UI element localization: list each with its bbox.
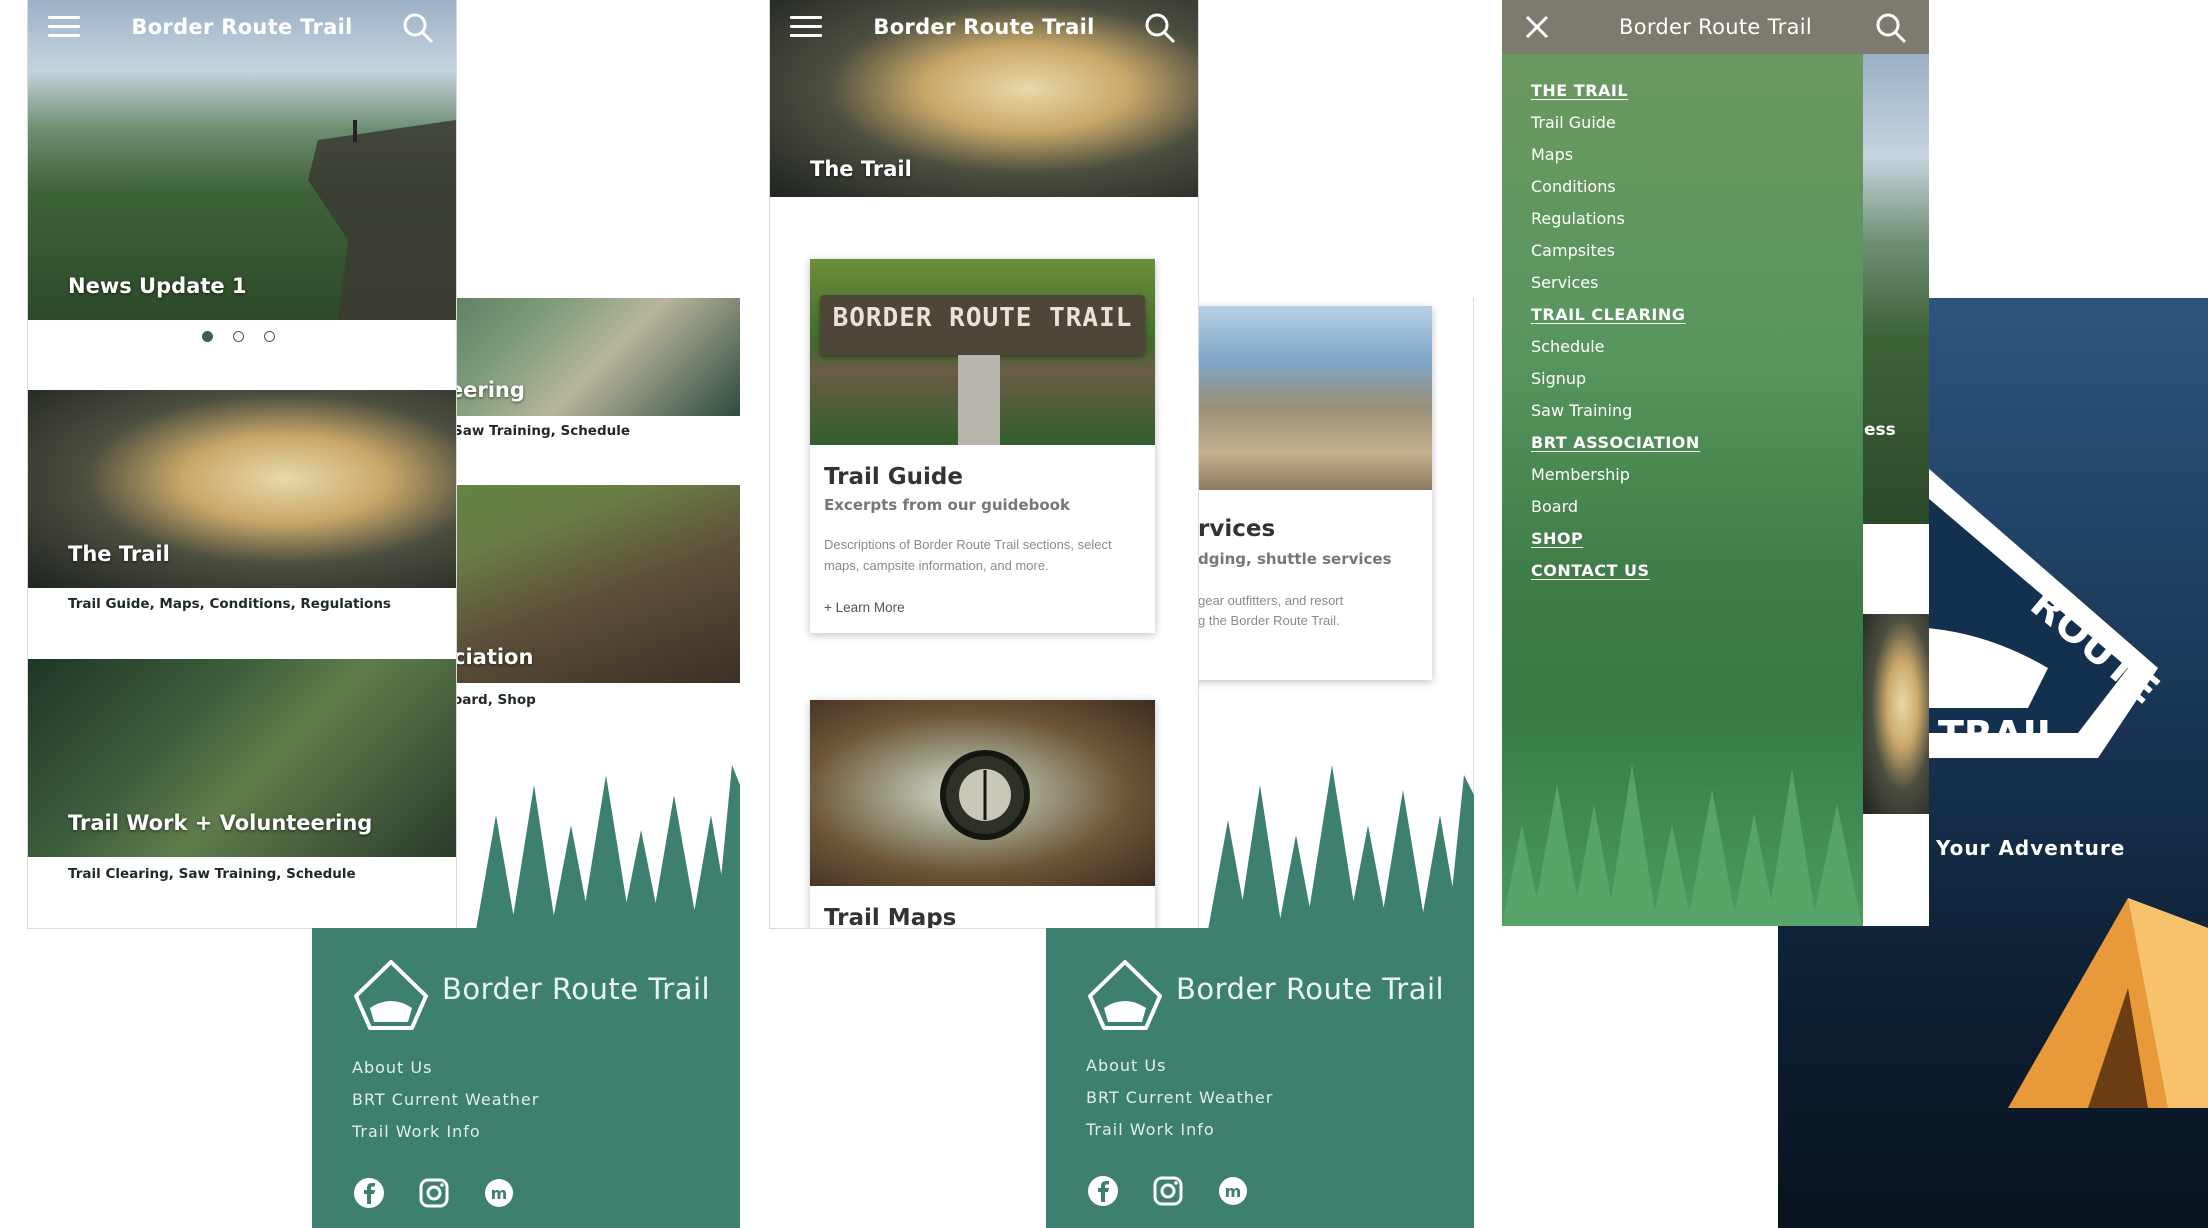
menu-icon[interactable] xyxy=(790,16,822,38)
menu-item-maps[interactable]: Maps xyxy=(1531,145,1573,164)
hero-caption: News Update 1 xyxy=(68,274,247,298)
menu-item-campsites[interactable]: Campsites xyxy=(1531,241,1615,260)
brt-logo-icon[interactable] xyxy=(350,958,432,1034)
trail-work-subtitle: Trail Clearing, Saw Training, Schedule xyxy=(68,866,356,882)
menu-section-trail-clearing[interactable]: TRAIL CLEARING xyxy=(1531,305,1685,324)
trail-maps-card[interactable]: Trail Maps xyxy=(810,700,1155,928)
menu-item-trail-guide[interactable]: Trail Guide xyxy=(1531,113,1616,132)
cliff-graphic xyxy=(308,120,456,320)
carousel-dot-2[interactable] xyxy=(233,331,244,342)
header-title: Border Route Trail xyxy=(131,15,353,39)
menu-item-conditions[interactable]: Conditions xyxy=(1531,177,1616,196)
search-icon[interactable] xyxy=(1142,10,1178,46)
trail-guide-description: Descriptions of Border Route Trail secti… xyxy=(824,537,1112,573)
services-desc-1: gear outfitters, and resort xyxy=(1198,593,1344,608)
footer-link-trailwork[interactable]: Trail Work Info xyxy=(1086,1120,1215,1139)
nav-drawer: THE TRAIL Trail Guide Maps Conditions Re… xyxy=(1502,54,1863,926)
menu-item-board[interactable]: Board xyxy=(1531,497,1578,516)
menu-header: Border Route Trail xyxy=(1502,0,1929,54)
compass-graphic xyxy=(940,750,1030,840)
brt-logo-icon[interactable] xyxy=(1084,958,1166,1034)
facebook-icon[interactable] xyxy=(352,1176,386,1210)
trail-sign-photo: BORDER ROUTE TRAIL xyxy=(810,259,1155,445)
header-title: Border Route Trail xyxy=(873,15,1095,39)
close-icon[interactable] xyxy=(1524,14,1550,40)
meetup-icon[interactable]: m xyxy=(1216,1174,1250,1208)
trail-guide-card[interactable]: BORDER ROUTE TRAIL Trail Guide Excerpts … xyxy=(810,259,1155,633)
services-title: rvices xyxy=(1198,516,1276,542)
footer-brand[interactable]: Border Route Trail xyxy=(442,972,710,1006)
footer-link-trailwork[interactable]: Trail Work Info xyxy=(352,1122,481,1141)
the-trail-subtitle: Trail Guide, Maps, Conditions, Regulatio… xyxy=(68,596,391,612)
trail-maps-title: Trail Maps xyxy=(824,905,957,928)
menu-bg-white-2 xyxy=(1863,814,1929,926)
menu-section-shop[interactable]: SHOP xyxy=(1531,529,1583,548)
menu-section-contact-us[interactable]: CONTACT US xyxy=(1531,561,1650,580)
facebook-icon[interactable] xyxy=(1086,1174,1120,1208)
screen-home: News Update 1 Border Route Trail The Tra… xyxy=(28,0,456,928)
trail-sign-board: BORDER ROUTE TRAIL xyxy=(820,295,1145,355)
menu-item-regulations[interactable]: Regulations xyxy=(1531,209,1625,228)
menu-item-schedule[interactable]: Schedule xyxy=(1531,337,1605,356)
menu-item-membership[interactable]: Membership xyxy=(1531,465,1630,484)
learn-more-link[interactable]: + Learn More xyxy=(824,600,905,615)
trees-illustration-middle xyxy=(1208,765,1474,930)
menu-item-signup[interactable]: Signup xyxy=(1531,369,1586,388)
splash-tagline: Your Adventure xyxy=(1936,836,2126,860)
trail-guide-title: Trail Guide xyxy=(824,464,963,490)
menu-item-saw-training[interactable]: Saw Training xyxy=(1531,401,1632,420)
footer-link-about[interactable]: About Us xyxy=(352,1058,432,1077)
trees-illustration-left xyxy=(476,765,740,930)
footer-left: Border Route Trail About Us BRT Current … xyxy=(312,928,740,1228)
instagram-icon[interactable] xyxy=(417,1176,451,1210)
association-caption: ciation xyxy=(453,645,534,669)
volunteer-subtitle: Saw Training, Schedule xyxy=(453,423,631,439)
menu-section-brt-association[interactable]: BRT ASSOCIATION xyxy=(1531,433,1700,452)
menu-section-the-trail[interactable]: THE TRAIL xyxy=(1531,81,1628,100)
header: Border Route Trail xyxy=(28,0,456,54)
association-subtitle: oard, Shop xyxy=(453,692,536,708)
carousel-dot-3[interactable] xyxy=(264,331,275,342)
footer-link-weather[interactable]: BRT Current Weather xyxy=(352,1090,539,1109)
footer-middle: Border Route Trail About Us BRT Current … xyxy=(1046,928,1474,1228)
search-icon[interactable] xyxy=(400,10,436,46)
compass-photo xyxy=(810,700,1155,886)
the-trail-caption: The Trail xyxy=(68,542,170,566)
services-photo xyxy=(1198,306,1432,490)
the-trail-photo[interactable]: The Trail xyxy=(28,390,456,588)
menu-bg-photo-2 xyxy=(1863,614,1929,814)
menu-bg-white xyxy=(1863,524,1929,614)
drawer-trees-illustration xyxy=(1502,764,1862,926)
services-subtitle: dging, shuttle services xyxy=(1198,550,1392,568)
services-card[interactable]: rvices dging, shuttle services gear outf… xyxy=(1198,306,1432,680)
meetup-icon[interactable]: m xyxy=(482,1176,516,1210)
trail-work-caption: Trail Work + Volunteering xyxy=(68,811,373,835)
carousel-dot-1[interactable] xyxy=(202,331,213,342)
trail-guide-subtitle: Excerpts from our guidebook xyxy=(824,496,1070,514)
services-desc-2: g the Border Route Trail. xyxy=(1198,613,1340,628)
menu-icon[interactable] xyxy=(48,16,80,38)
svg-text:m: m xyxy=(1225,1182,1242,1201)
instagram-icon[interactable] xyxy=(1151,1174,1185,1208)
svg-text:m: m xyxy=(491,1184,508,1203)
menu-item-services[interactable]: Services xyxy=(1531,273,1598,292)
menu-header-title: Border Route Trail xyxy=(1618,15,1813,39)
trail-hero-caption: The Trail xyxy=(810,157,912,181)
footer-brand[interactable]: Border Route Trail xyxy=(1176,972,1444,1006)
screen-menu: ess s Border Route Trail THE TRAIL Trail… xyxy=(1502,0,1929,926)
header: Border Route Trail xyxy=(770,0,1198,54)
footer-link-about[interactable]: About Us xyxy=(1086,1056,1166,1075)
trail-sign-post xyxy=(958,355,1000,445)
menu-bg-photo xyxy=(1863,54,1929,524)
screen-the-trail: The Trail Border Route Trail BORDER ROUT… xyxy=(770,0,1198,928)
trail-work-photo[interactable]: Trail Work + Volunteering xyxy=(28,659,456,857)
search-icon[interactable] xyxy=(1873,10,1909,46)
tent-graphic xyxy=(2008,898,2208,1108)
trail-sign-text: BORDER ROUTE TRAIL xyxy=(832,303,1133,333)
splash-logo-trail: TRAIL xyxy=(1938,713,2061,757)
menu-bg-fragment-a: ess xyxy=(1864,420,1896,440)
footer-link-weather[interactable]: BRT Current Weather xyxy=(1086,1088,1273,1107)
